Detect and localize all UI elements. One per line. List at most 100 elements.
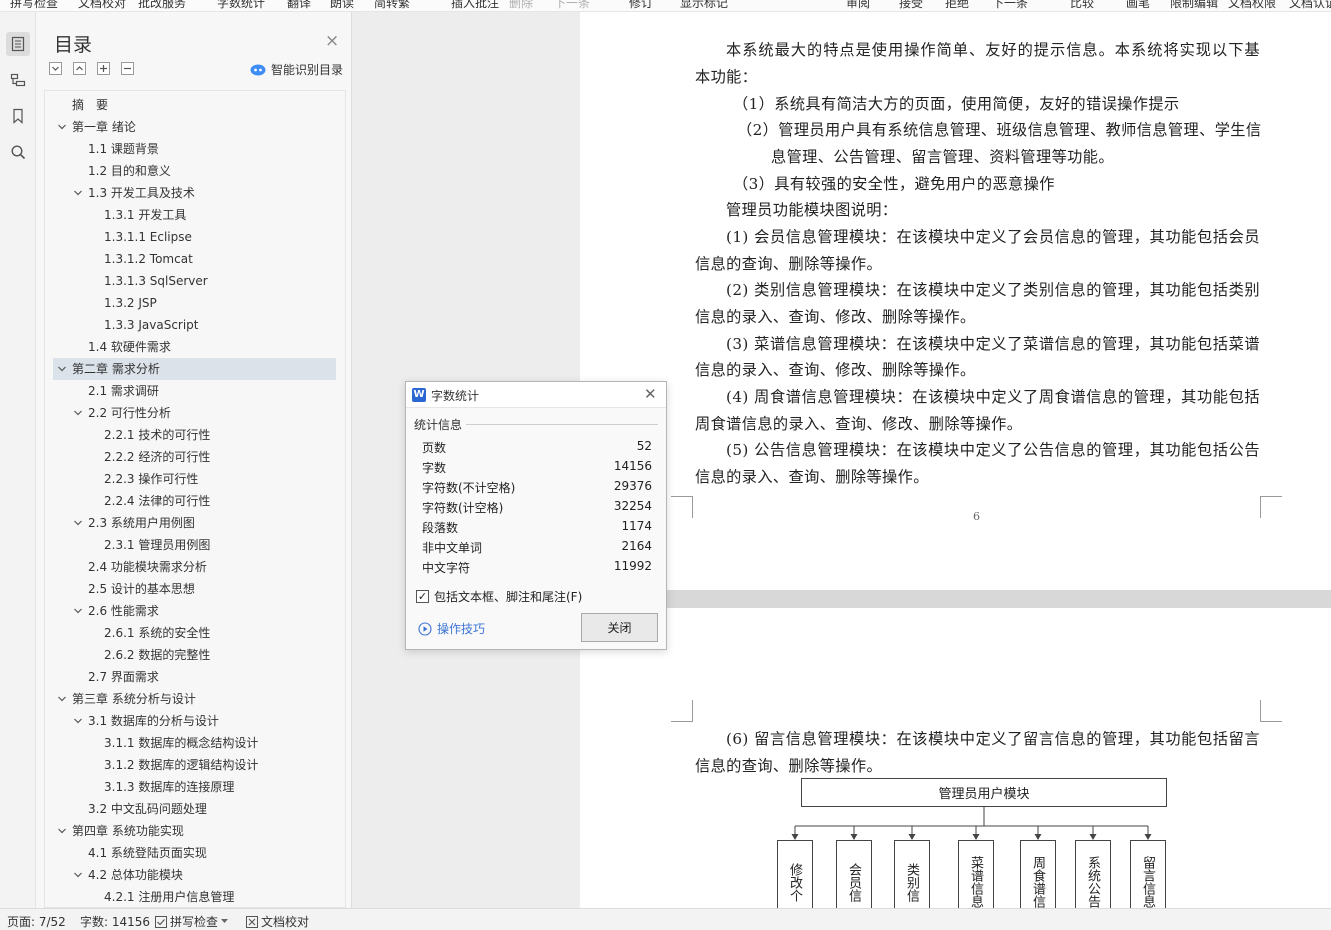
chevron-down-icon[interactable]	[57, 364, 67, 377]
toc-item[interactable]: 1.3.1.2 Tomcat	[53, 248, 336, 270]
toc-item[interactable]: 2.4 功能模块需求分析	[53, 556, 336, 578]
toolbar-button[interactable]: 简转繁	[374, 0, 410, 10]
toc-item[interactable]: 4.2 总体功能模块	[53, 864, 336, 886]
toc-item[interactable]: 2.7 界面需求	[53, 666, 336, 688]
close-button[interactable]: 关闭	[581, 613, 658, 642]
toolbar-button[interactable]: 字数统计	[217, 0, 265, 10]
toolbar-button[interactable]: 删除	[509, 0, 533, 10]
toolbar-button[interactable]: 显示标记	[680, 0, 728, 10]
toc-item[interactable]: 2.3 系统用户用例图	[53, 512, 336, 534]
search-icon[interactable]	[6, 140, 30, 164]
chevron-down-icon[interactable]	[57, 826, 67, 839]
close-icon[interactable]: ✕	[644, 385, 657, 403]
toc-item[interactable]: 2.5 设计的基本思想	[53, 578, 336, 600]
toc-item[interactable]: 1.3.1.1 Eclipse	[53, 226, 336, 248]
stat-value: 2164	[621, 539, 652, 553]
toc-item[interactable]: 2.6.1 系统的安全性	[53, 622, 336, 644]
dialog-titlebar[interactable]: W 字数统计 ✕	[406, 382, 666, 408]
toc-item[interactable]: 3.1.2 数据库的逻辑结构设计	[53, 754, 336, 776]
toolbar-button[interactable]: 画笔	[1126, 0, 1150, 10]
paragraph-line: 本功能：	[695, 68, 758, 86]
smart-toc-button[interactable]: 智能识别目录	[250, 61, 343, 78]
toolbar-button[interactable]: 审阅	[846, 0, 870, 10]
toc-item[interactable]: 第四章 系统功能实现	[53, 820, 336, 842]
toc-item-label: 1.3.1.2 Tomcat	[104, 252, 193, 266]
chevron-down-icon[interactable]	[73, 518, 83, 531]
chevron-down-icon[interactable]	[73, 716, 83, 729]
dialog-title: 字数统计	[431, 389, 480, 403]
toolbar-button[interactable]: 修订	[629, 0, 653, 10]
toolbar-button[interactable]: 限制编辑	[1170, 0, 1218, 10]
toc-item[interactable]: 3.2 中文乱码问题处理	[53, 798, 336, 820]
diagram-child-box: 周食谱信	[1020, 840, 1056, 910]
toolbar-button[interactable]: 下一条	[554, 0, 590, 10]
toc-item[interactable]: 2.6.2 数据的完整性	[53, 644, 336, 666]
toolbar-button[interactable]: 插入批注	[451, 0, 499, 10]
toc-item[interactable]: 1.3.3 JavaScript	[53, 314, 336, 336]
toc-item[interactable]: 第三章 系统分析与设计	[53, 688, 336, 710]
checkbox-icon[interactable]: ✓	[416, 590, 429, 603]
toc-item[interactable]: 1.3.1 开发工具	[53, 204, 336, 226]
toc-item-label: 4.2.1 注册用户信息管理	[104, 890, 235, 904]
toolbar-button[interactable]: 接受	[899, 0, 923, 10]
chevron-down-icon[interactable]	[73, 870, 83, 883]
document-page[interactable]	[580, 608, 1331, 908]
toolbar-button[interactable]: 下一条	[992, 0, 1028, 10]
toc-item-label: 1.3.2 JSP	[104, 296, 157, 310]
toc-item[interactable]: 3.1 数据库的分析与设计	[53, 710, 336, 732]
toc-item[interactable]: 3.1.3 数据库的连接原理	[53, 776, 336, 798]
toc-item[interactable]: 1.1 课题背景	[53, 138, 336, 160]
remove-heading-icon[interactable]	[121, 62, 134, 75]
add-heading-icon[interactable]	[97, 62, 110, 75]
chevron-down-icon[interactable]	[57, 122, 67, 135]
toolbar-button[interactable]: 翻译	[287, 0, 311, 10]
chevron-down-icon[interactable]	[57, 694, 67, 707]
chevron-down-icon[interactable]	[73, 408, 83, 421]
toc-item[interactable]: 第二章 需求分析	[53, 358, 336, 380]
diagram-child-box: 留言信息	[1130, 840, 1166, 910]
chevron-down-icon[interactable]	[73, 188, 83, 201]
include-textboxes-checkbox[interactable]: ✓ 包括文本框、脚注和尾注(F)	[416, 588, 582, 605]
toolbar-button[interactable]: 文档权限	[1228, 0, 1276, 10]
toolbar-button[interactable]: 批改服务	[138, 0, 186, 10]
word-count-indicator[interactable]: 字数: 14156	[80, 913, 150, 930]
toc-item[interactable]: 2.1 需求调研	[53, 380, 336, 402]
toc-item[interactable]: 1.3.1.3 SqlServer	[53, 270, 336, 292]
wps-writer-icon: W	[412, 388, 426, 402]
toolbar-button[interactable]: 文档校对	[78, 0, 126, 10]
spell-check-status[interactable]: 拼写检查	[155, 913, 229, 930]
toc-item[interactable]: 2.2.4 法律的可行性	[53, 490, 336, 512]
chevron-down-icon[interactable]	[73, 606, 83, 619]
tips-link[interactable]: 操作技巧	[418, 620, 485, 637]
toolbar-button[interactable]: 拒绝	[945, 0, 969, 10]
toc-item[interactable]: 4.1 系统登陆页面实现	[53, 842, 336, 864]
proofread-status[interactable]: 文档校对	[246, 913, 309, 930]
toc-item[interactable]: 3.1.1 数据库的概念结构设计	[53, 732, 336, 754]
toc-item[interactable]: 1.4 软硬件需求	[53, 336, 336, 358]
bookmark-icon[interactable]	[6, 104, 30, 128]
toc-item[interactable]: 2.2.1 技术的可行性	[53, 424, 336, 446]
toolbar-button[interactable]: 文档认证	[1289, 0, 1331, 10]
toc-item[interactable]: 1.3.2 JSP	[53, 292, 336, 314]
ribbon-toolbar: 拼写检查 文档校对 批改服务 字数统计 翻译 朗读 简转繁 插入批注 删除 下一条 修订 显示标记 审阅…	[0, 0, 1331, 12]
toc-item[interactable]: 1.3 开发工具及技术	[53, 182, 336, 204]
toc-item[interactable]: 2.2.2 经济的可行性	[53, 446, 336, 468]
toc-item[interactable]: 2.2.3 操作可行性	[53, 468, 336, 490]
toc-icon[interactable]	[6, 32, 30, 56]
toc-item[interactable]: 4.2.1 注册用户信息管理	[53, 886, 336, 907]
page-indicator[interactable]: 页面: 7/52	[7, 913, 66, 930]
toc-item[interactable]: 1.2 目的和意义	[53, 160, 336, 182]
close-icon[interactable]: ×	[325, 33, 339, 50]
toc-item[interactable]: 2.6 性能需求	[53, 600, 336, 622]
toolbar-button[interactable]: 拼写检查	[10, 0, 58, 10]
toc-item[interactable]: 第一章 绪论	[53, 116, 336, 138]
toc-item[interactable]: 2.2 可行性分析	[53, 402, 336, 424]
expand-all-icon[interactable]	[73, 62, 86, 75]
toolbar-button[interactable]: 朗读	[330, 0, 354, 10]
toc-item[interactable]: 2.3.1 管理员用例图	[53, 534, 336, 556]
toolbar-button[interactable]: 比较	[1070, 0, 1094, 10]
toc-item[interactable]: 摘 要	[53, 94, 336, 116]
navigation-icon[interactable]	[6, 68, 30, 92]
toc-item-label: 第三章 系统分析与设计	[72, 692, 196, 706]
collapse-all-icon[interactable]	[49, 62, 62, 75]
